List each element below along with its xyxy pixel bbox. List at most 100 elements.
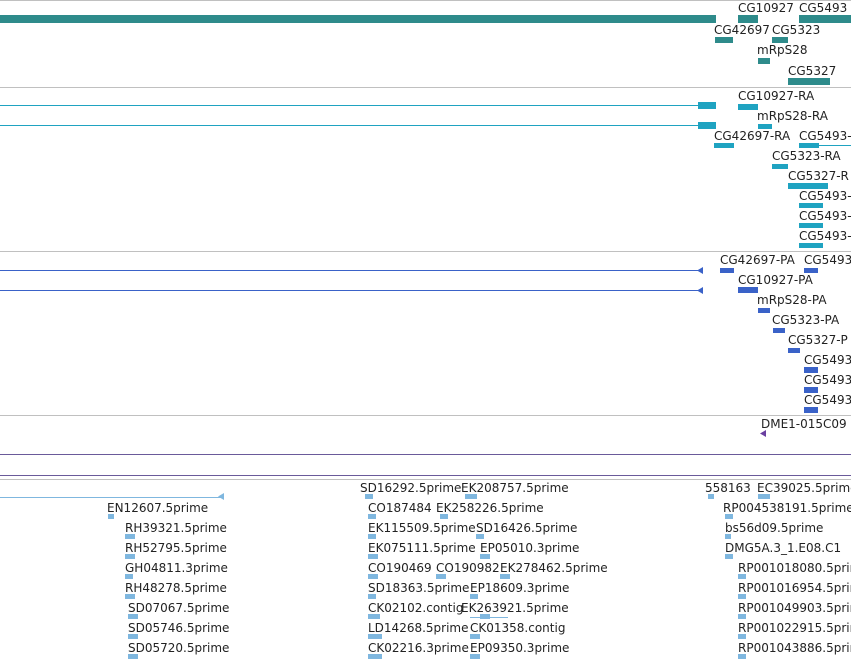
est-line [0,497,222,498]
est-label[interactable]: RP001043886.5prime [738,641,851,655]
gene-label[interactable]: CG5493 [799,1,847,15]
est-label[interactable]: CO187484 [368,501,432,515]
est-label[interactable]: EK115509.5prime [368,521,476,535]
est-label[interactable]: SD05720.5prime [128,641,229,655]
est-label[interactable]: EN12607.5prime [107,501,208,515]
transcript-exon[interactable] [738,104,758,110]
est-label[interactable]: EK208757.5prime [461,481,569,495]
feature-track: DME1-015C09 [0,416,851,475]
est-label[interactable]: CK02216.3prime [368,641,469,655]
est-label[interactable]: EK075111.5prime [368,541,476,555]
est-label[interactable]: RH48278.5prime [125,581,227,595]
protein-feature[interactable] [804,407,818,413]
transcript-exon[interactable] [714,143,734,148]
protein-line [0,270,700,271]
gene-label[interactable]: mRpS28 [757,43,808,57]
est-label[interactable]: RP004538191.5prime [723,501,851,515]
est-label[interactable]: SD18363.5prime [368,581,469,595]
transcript-exon[interactable] [772,164,788,169]
transcript-label[interactable]: CG5327-R [788,169,849,183]
gene-feature[interactable] [799,15,851,23]
est-label[interactable]: SD05746.5prime [128,621,229,635]
est-label[interactable]: CK02102.contig [368,601,463,615]
est-label[interactable]: GH04811.3prime [125,561,228,575]
transcript-label[interactable]: CG5493- [799,209,851,223]
protein-label[interactable]: CG5493 [804,393,851,407]
gene-label[interactable]: CG42697 [714,23,770,37]
gene-feature[interactable] [0,15,716,23]
left-arrow-icon [697,267,703,274]
protein-label[interactable]: CG5323-PA [772,313,839,327]
gene-label[interactable]: CG10927 [738,1,794,15]
gene-track: CG10927 CG5493 CG42697 CG5323 mRpS28 CG5… [0,0,851,87]
protein-label[interactable]: CG10927-PA [738,273,813,287]
est-label[interactable]: DMG5A.3_1.E08.C1 [725,541,841,555]
est-label[interactable]: CO190982 [436,561,500,575]
transcript-exon[interactable] [799,143,819,148]
left-arrow-icon[interactable] [218,493,224,500]
est-label[interactable]: CK01358.contig [470,621,565,635]
gene-feature[interactable] [715,37,733,43]
transcript-exon[interactable] [799,243,823,248]
protein-track: CG42697-PA CG5493 CG10927-PA mRpS28-PA C… [0,252,851,415]
protein-feature[interactable] [758,308,770,313]
gene-feature[interactable] [738,15,758,23]
est-label[interactable]: RH39321.5prime [125,521,227,535]
transcript-exon[interactable] [698,102,716,109]
transcript-label[interactable]: CG5493- [799,129,851,143]
gene-feature[interactable] [788,78,830,85]
est-label[interactable]: RP001049903.5prime [738,601,851,615]
transcript-intron [819,145,851,146]
est-label[interactable]: SD16426.5prime [476,521,577,535]
transcript-track: CG10927-RA mRpS28-RA CG42697-RA CG5493- … [0,88,851,251]
est-label[interactable]: EK258226.5prime [436,501,544,515]
est-label[interactable]: RP001018080.5prime [738,561,851,575]
protein-label[interactable]: CG42697-PA [720,253,795,267]
genome-browser-view[interactable]: CG10927 CG5493 CG42697 CG5323 mRpS28 CG5… [0,0,851,663]
protein-label[interactable]: CG5493 [804,373,851,387]
protein-feature[interactable] [788,348,800,353]
transcript-label[interactable]: CG42697-RA [714,129,790,143]
est-label[interactable]: EK278462.5prime [500,561,608,575]
est-label[interactable]: EP18609.3prime [470,581,569,595]
transcript-label[interactable]: CG5323-RA [772,149,841,163]
transcript-exon[interactable] [799,223,823,228]
est-label[interactable]: 558163 [705,481,751,495]
protein-label[interactable]: CG5493 [804,353,851,367]
est-label[interactable]: SD07067.5prime [128,601,229,615]
est-label[interactable]: EP05010.3prime [480,541,579,555]
protein-label[interactable]: mRpS28-PA [757,293,827,307]
protein-feature[interactable] [773,328,785,333]
est-label[interactable]: RH52795.5prime [125,541,227,555]
est-label[interactable]: EC39025.5prime [757,481,851,495]
est-label[interactable]: LD14268.5prime [368,621,469,635]
protein-feature[interactable] [720,268,734,273]
protein-label[interactable]: CG5327-P [788,333,848,347]
protein-feature[interactable] [738,287,758,293]
protein-label[interactable]: CG5493 [804,253,851,267]
est-label[interactable]: RP001016954.5prime [738,581,851,595]
transcript-label[interactable]: CG5493- [799,229,851,243]
est-label[interactable]: EP09350.3prime [470,641,569,655]
est-label[interactable]: CO190469 [368,561,432,575]
est-label[interactable]: RP001022915.5prime [738,621,851,635]
gene-label[interactable]: CG5323 [772,23,820,37]
transcript-label[interactable]: mRpS28-RA [757,109,828,123]
feature-label[interactable]: DME1-015C09 [761,417,847,431]
est-track: SD16292.5prime EK208757.5prime 558163 EC… [0,480,851,663]
transcript-label[interactable]: CG5493- [799,189,851,203]
gene-feature[interactable] [758,58,770,64]
left-arrow-icon[interactable] [760,430,766,437]
transcript-exon[interactable] [698,122,716,129]
est-label[interactable]: EK263921.5prime [461,601,569,615]
protein-line [0,290,700,291]
transcript-exon[interactable] [799,203,823,208]
transcript-label[interactable]: CG10927-RA [738,89,814,103]
transcript-intron [0,105,700,106]
est-label[interactable]: bs56d09.5prime [725,521,823,535]
gene-label[interactable]: CG5327 [788,64,836,78]
left-arrow-icon [697,287,703,294]
est-label[interactable]: SD16292.5prime [360,481,461,495]
transcript-intron [0,125,700,126]
feature-line [0,454,851,455]
